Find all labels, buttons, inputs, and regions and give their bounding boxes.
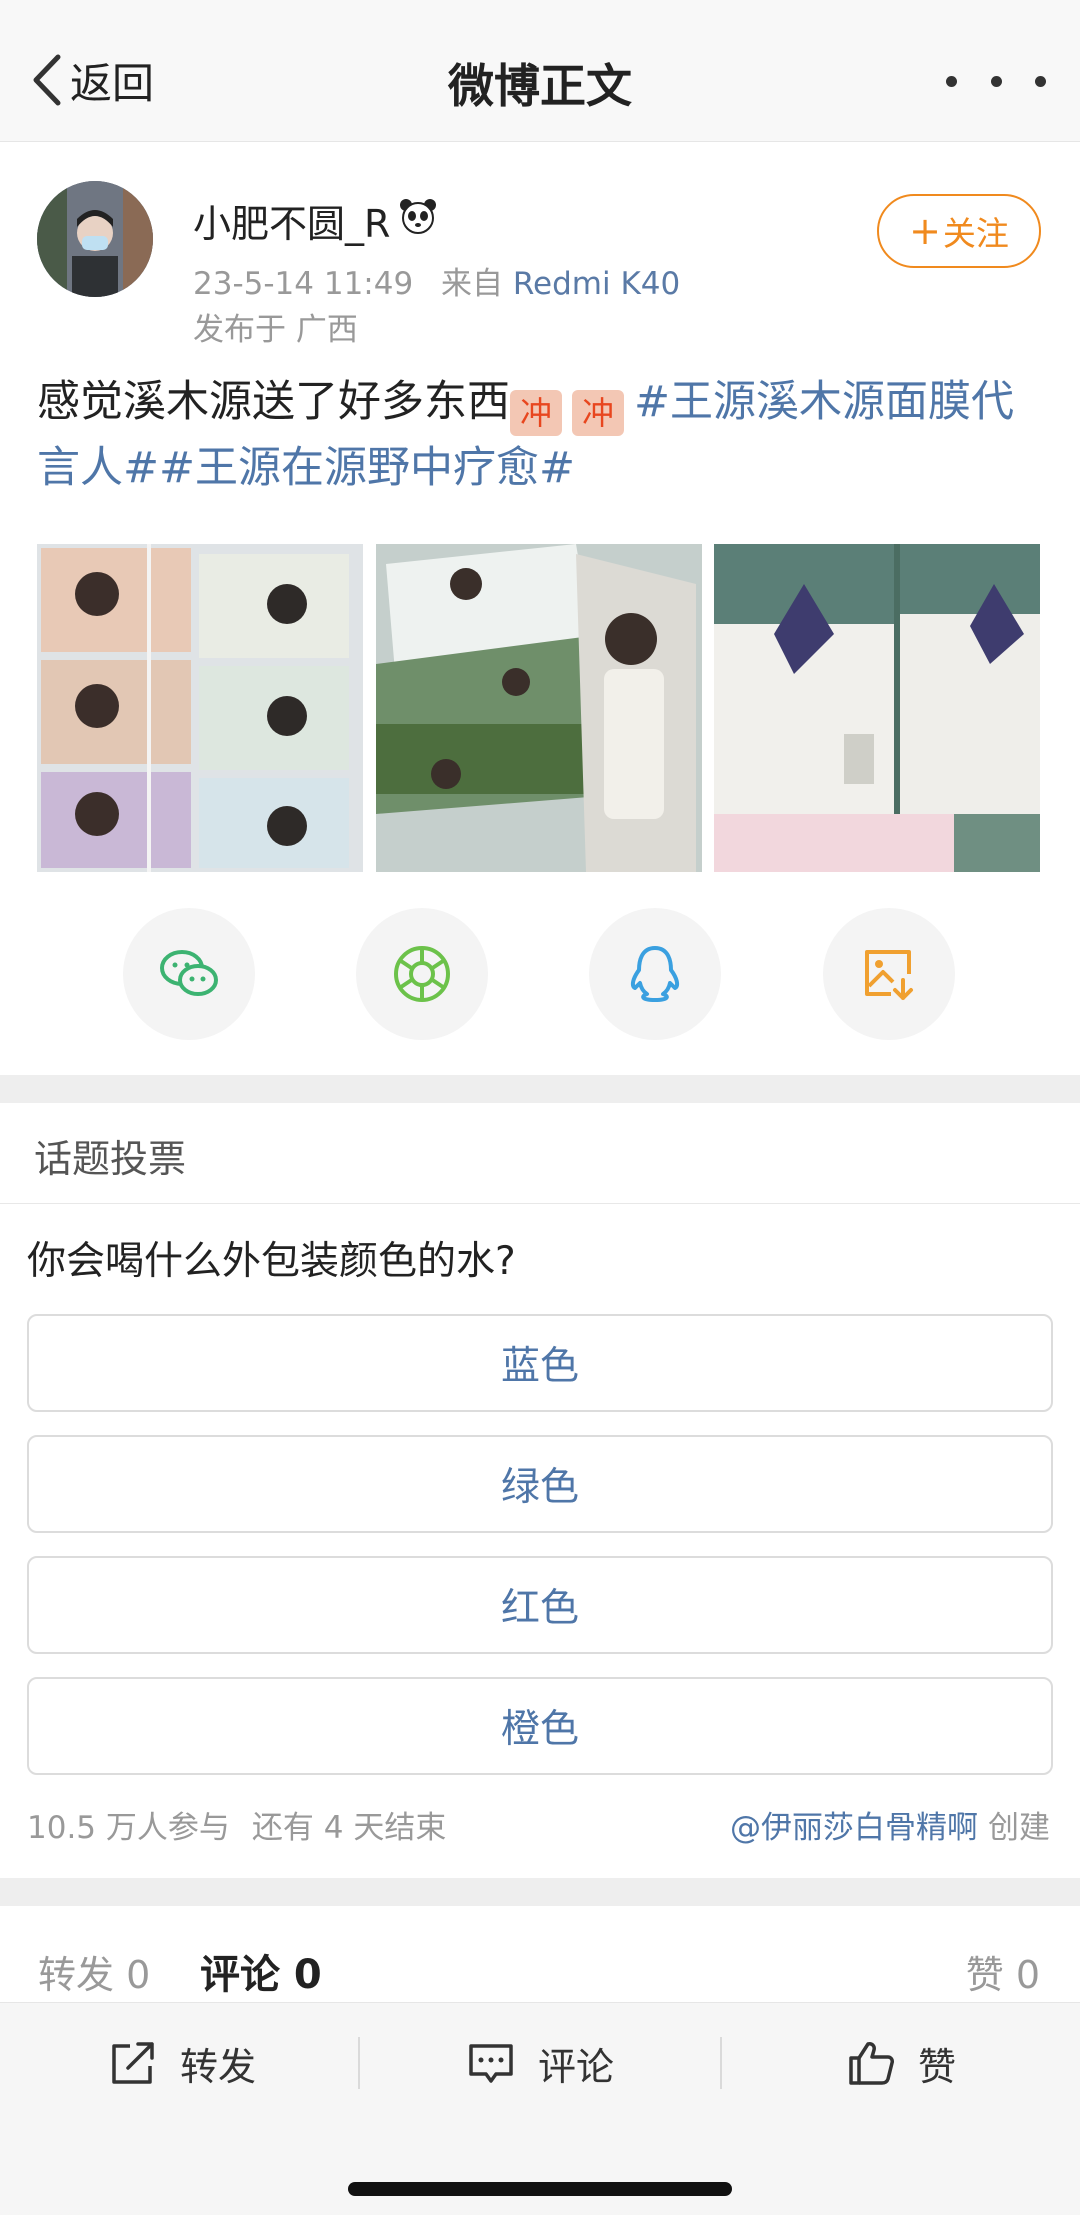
qq-icon <box>630 946 680 1002</box>
follow-label: 关注 <box>942 214 1009 253</box>
comment-label: 评论 <box>538 2044 615 2089</box>
chong-emoji-icon: 冲 <box>572 390 624 436</box>
post-source[interactable]: Redmi K40 <box>513 266 680 302</box>
post-image-1[interactable] <box>37 544 363 872</box>
moments-icon <box>394 946 450 1002</box>
top-nav-bar: 返回 微博正文 <box>0 0 1080 142</box>
poll-option-red[interactable]: 红色 <box>27 1556 1053 1654</box>
comment-button[interactable]: 评论 <box>466 2025 614 2101</box>
save-image-icon <box>865 950 913 1000</box>
share-arrow-icon <box>112 2042 154 2084</box>
like-count-tab[interactable]: 赞 0 <box>966 1944 1040 1999</box>
poll-question: 你会喝什么外包装颜色的水? <box>27 1239 516 1284</box>
share-moments-button[interactable] <box>356 908 488 1040</box>
section-divider <box>0 1878 1080 1906</box>
interaction-counts: 转发 0 评论 0 赞 0 <box>0 1906 1080 2002</box>
save-image-button[interactable] <box>823 908 955 1040</box>
poll-stats: 10.5 万人参与 还有 4 天结束 <box>27 1802 446 1847</box>
poll-header: 话题投票 <box>34 1137 187 1181</box>
post-time: 23-5-14 11:49 <box>193 266 414 302</box>
chong-emoji-icon: 冲 <box>510 390 562 436</box>
poll-option-green[interactable]: 绿色 <box>27 1435 1053 1533</box>
post-text: 感觉溪木源送了好多东西冲冲 #王源溪木源面膜代言人##王源在源野中疗愈# <box>37 370 1047 500</box>
follow-button[interactable]: + 关注 <box>877 194 1041 268</box>
like-button[interactable]: 赞 <box>846 2025 956 2101</box>
share-qq-button[interactable] <box>589 908 721 1040</box>
poll-remaining: 还有 4 天结束 <box>251 1810 447 1846</box>
thumbs-up-icon <box>849 2042 894 2085</box>
repost-count-tab[interactable]: 转发 0 <box>38 1944 150 1999</box>
more-options-button[interactable] <box>946 66 1046 96</box>
divider <box>720 2037 722 2089</box>
poll-creator-link[interactable]: @伊丽莎白骨精啊 <box>730 1810 978 1846</box>
avatar[interactable] <box>37 181 153 297</box>
ellipsis-icon <box>946 75 957 87</box>
comment-icon <box>469 2044 513 2083</box>
repost-button[interactable]: 转发 <box>108 2025 256 2101</box>
page-title: 微博正文 <box>448 59 632 113</box>
wechat-icon <box>160 950 218 996</box>
panda-badge-icon <box>398 197 438 244</box>
plus-icon: + <box>909 209 941 253</box>
username[interactable]: 小肥不圆_R <box>193 193 438 248</box>
repost-label: 转发 <box>180 2044 257 2089</box>
poll-creator-suffix: 创建 <box>988 1810 1050 1846</box>
post-location: 发布于 广西 <box>193 312 358 348</box>
like-label: 赞 <box>918 2044 957 2089</box>
source-prefix: 来自 <box>441 266 504 302</box>
poll-option-blue[interactable]: 蓝色 <box>27 1314 1053 1412</box>
comment-count-tab[interactable]: 评论 0 <box>200 1942 322 2000</box>
post-meta: 23-5-14 11:49 来自 Redmi K40 <box>193 258 680 303</box>
post-image-3[interactable] <box>714 544 1040 872</box>
poll-creator: @伊丽莎白骨精啊 创建 <box>730 1802 1050 1847</box>
divider <box>358 2037 360 2089</box>
ellipsis-icon <box>990 75 1002 87</box>
post-image-2[interactable] <box>376 544 702 872</box>
ellipsis-icon <box>1035 75 1046 87</box>
topic-link[interactable]: #王源在源野中疗愈# <box>159 443 575 493</box>
poll-option-orange[interactable]: 橙色 <box>27 1677 1053 1775</box>
poll-participants: 10.5 万人参与 <box>27 1810 230 1846</box>
post-text-plain: 感觉溪木源送了好多东西 <box>37 377 510 427</box>
section-divider <box>0 1075 1080 1103</box>
divider <box>0 1203 1080 1204</box>
home-indicator[interactable] <box>348 2182 732 2196</box>
share-wechat-button[interactable] <box>123 908 255 1040</box>
